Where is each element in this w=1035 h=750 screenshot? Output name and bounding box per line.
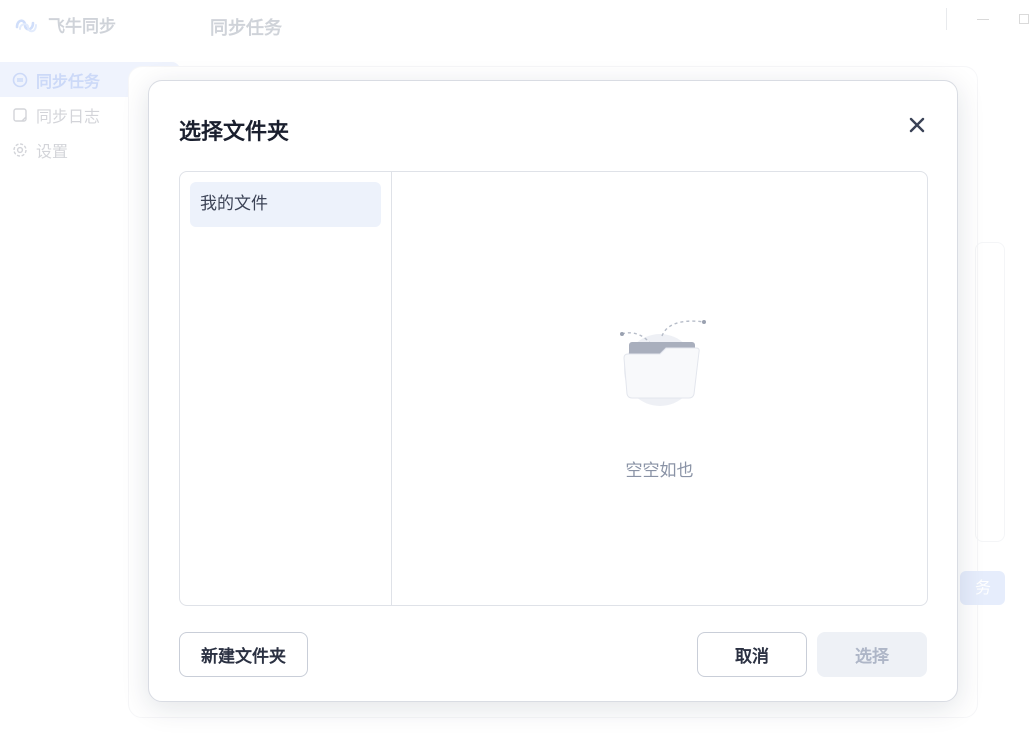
tree-item-my-files[interactable]: 我的文件 [190,182,381,227]
new-folder-button[interactable]: 新建文件夹 [179,632,308,677]
folder-browser: 我的文件 空空如也 [179,171,928,606]
close-icon[interactable] [905,113,929,137]
cancel-button[interactable]: 取消 [697,632,807,677]
maximize-icon[interactable] [1019,14,1029,24]
minimize-icon[interactable] [977,18,989,20]
empty-state-text: 空空如也 [625,461,694,481]
sidebar-item-label: 同步日志 [36,106,101,126]
page-title: 同步任务 [210,18,282,39]
app-brand: 飞牛同步 [14,12,116,37]
background-create-task-button: 务 [960,571,1005,605]
background-card [975,242,1005,542]
folder-content: 空空如也 [392,172,927,605]
empty-folder-illustration [620,320,706,406]
sidebar-item-label: 设置 [36,141,69,161]
select-button[interactable]: 选择 [817,632,927,677]
sidebar-item-label: 同步任务 [36,71,101,91]
app-name: 飞牛同步 [48,17,116,37]
window-controls-divider [946,8,947,30]
window-controls [946,8,1029,30]
app-logo-icon [15,18,37,32]
log-icon [13,107,27,122]
select-folder-dialog: 选择文件夹 我的文件 空空如也 新建文件夹 取消 选择 [148,80,958,702]
app-window: 飞牛同步 同步任务 同步任务 同步日志 设置 务 选择文件夹 我的文件 空空如也… [0,0,1035,750]
dialog-title: 选择文件夹 [179,120,290,145]
folder-tree: 我的文件 [180,172,392,605]
gear-icon [13,142,27,157]
sync-task-icon [12,72,28,87]
